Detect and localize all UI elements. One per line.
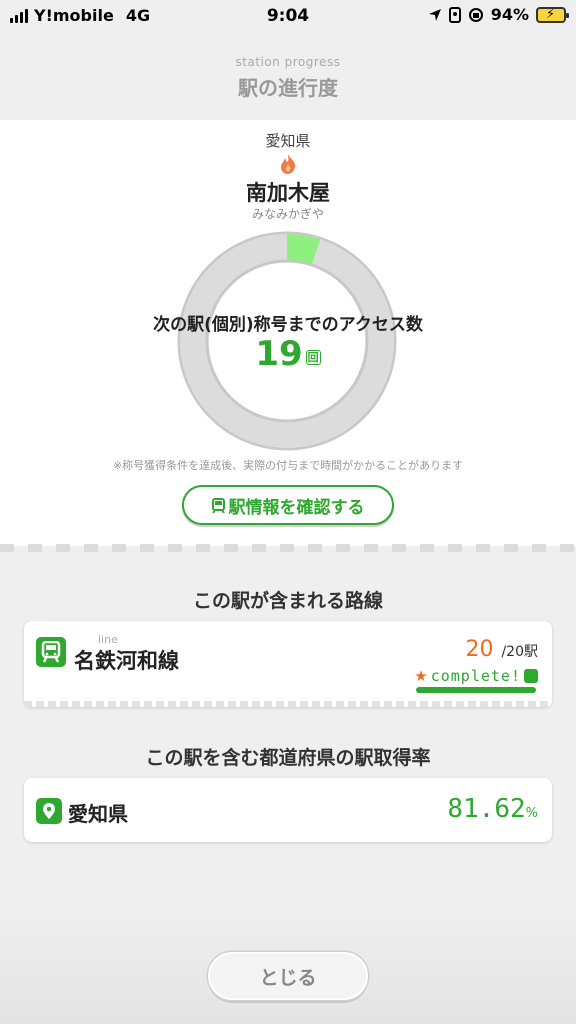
- complete-label: complete!: [430, 667, 521, 685]
- dashed-divider: [0, 544, 576, 552]
- battery-icon: ⚡: [536, 6, 569, 23]
- lines-section-title: この駅が含まれる路線: [192, 590, 383, 612]
- battery-percent: 94%: [490, 5, 529, 24]
- header-subtitle: station progress: [235, 55, 341, 69]
- line-name: 名鉄河和線: [74, 649, 179, 673]
- status-bar: Y!mobile 4G 9:04 94% ⚡: [0, 0, 576, 32]
- page-title: 駅の進行度: [238, 76, 338, 100]
- card-stripe: [24, 701, 552, 707]
- prefecture-rate: 81.62%: [447, 794, 538, 824]
- prefecture-card[interactable]: 愛知県 81.62%: [24, 778, 552, 842]
- access-count-value: 19: [255, 334, 303, 374]
- flame-icon: [281, 154, 296, 174]
- access-count-unit: 回: [305, 350, 321, 365]
- map-pin-icon: [36, 798, 62, 824]
- station-kana: みなみかぎや: [251, 207, 324, 221]
- line-total-count: /20駅: [501, 644, 538, 660]
- station-info-button[interactable]: 駅情報を確認する: [182, 485, 394, 525]
- progress-count: 19 回: [0, 334, 576, 374]
- star-icon: ★: [414, 667, 428, 685]
- line-card[interactable]: line 名鉄河和線 20/20駅 ★ complete!: [24, 621, 552, 707]
- close-button[interactable]: とじる: [208, 952, 368, 1000]
- station-panel: 愛知県 南加木屋 みなみかぎや 次の駅(個別)称号までのアクセス数 19 回 ※称…: [0, 120, 576, 546]
- station-prefecture: 愛知県: [265, 132, 311, 150]
- train-line-icon: [36, 637, 66, 667]
- portrait-lock-icon: [448, 6, 461, 23]
- station-info-button-label: 駅情報を確認する: [228, 497, 365, 518]
- page-header: station progress 駅の進行度: [0, 32, 576, 120]
- line-station-count: 20/20駅: [465, 637, 538, 662]
- line-acquired-count: 20: [465, 637, 494, 662]
- status-bar-right: 94% ⚡: [428, 5, 569, 24]
- mini-train-icon: [524, 669, 538, 683]
- location-arrow-icon: [428, 8, 441, 21]
- progress-label: 次の駅(個別)称号までのアクセス数: [153, 315, 423, 335]
- complete-badge: ★ complete!: [414, 667, 538, 685]
- rotation-lock-icon: [468, 7, 483, 22]
- line-progress-bar: [416, 687, 536, 693]
- prefecture-name: 愛知県: [68, 802, 128, 826]
- progress-note: ※称号獲得条件を達成後、実際の付与まで時間がかかることがあります: [112, 459, 464, 472]
- prefecture-rate-value: 81.62: [447, 794, 526, 824]
- prefecture-section-title: この駅を含む都道府県の駅取得率: [145, 747, 431, 769]
- prefecture-rate-unit: %: [525, 806, 538, 821]
- station-name: 南加木屋: [246, 181, 330, 205]
- train-icon: [211, 497, 225, 513]
